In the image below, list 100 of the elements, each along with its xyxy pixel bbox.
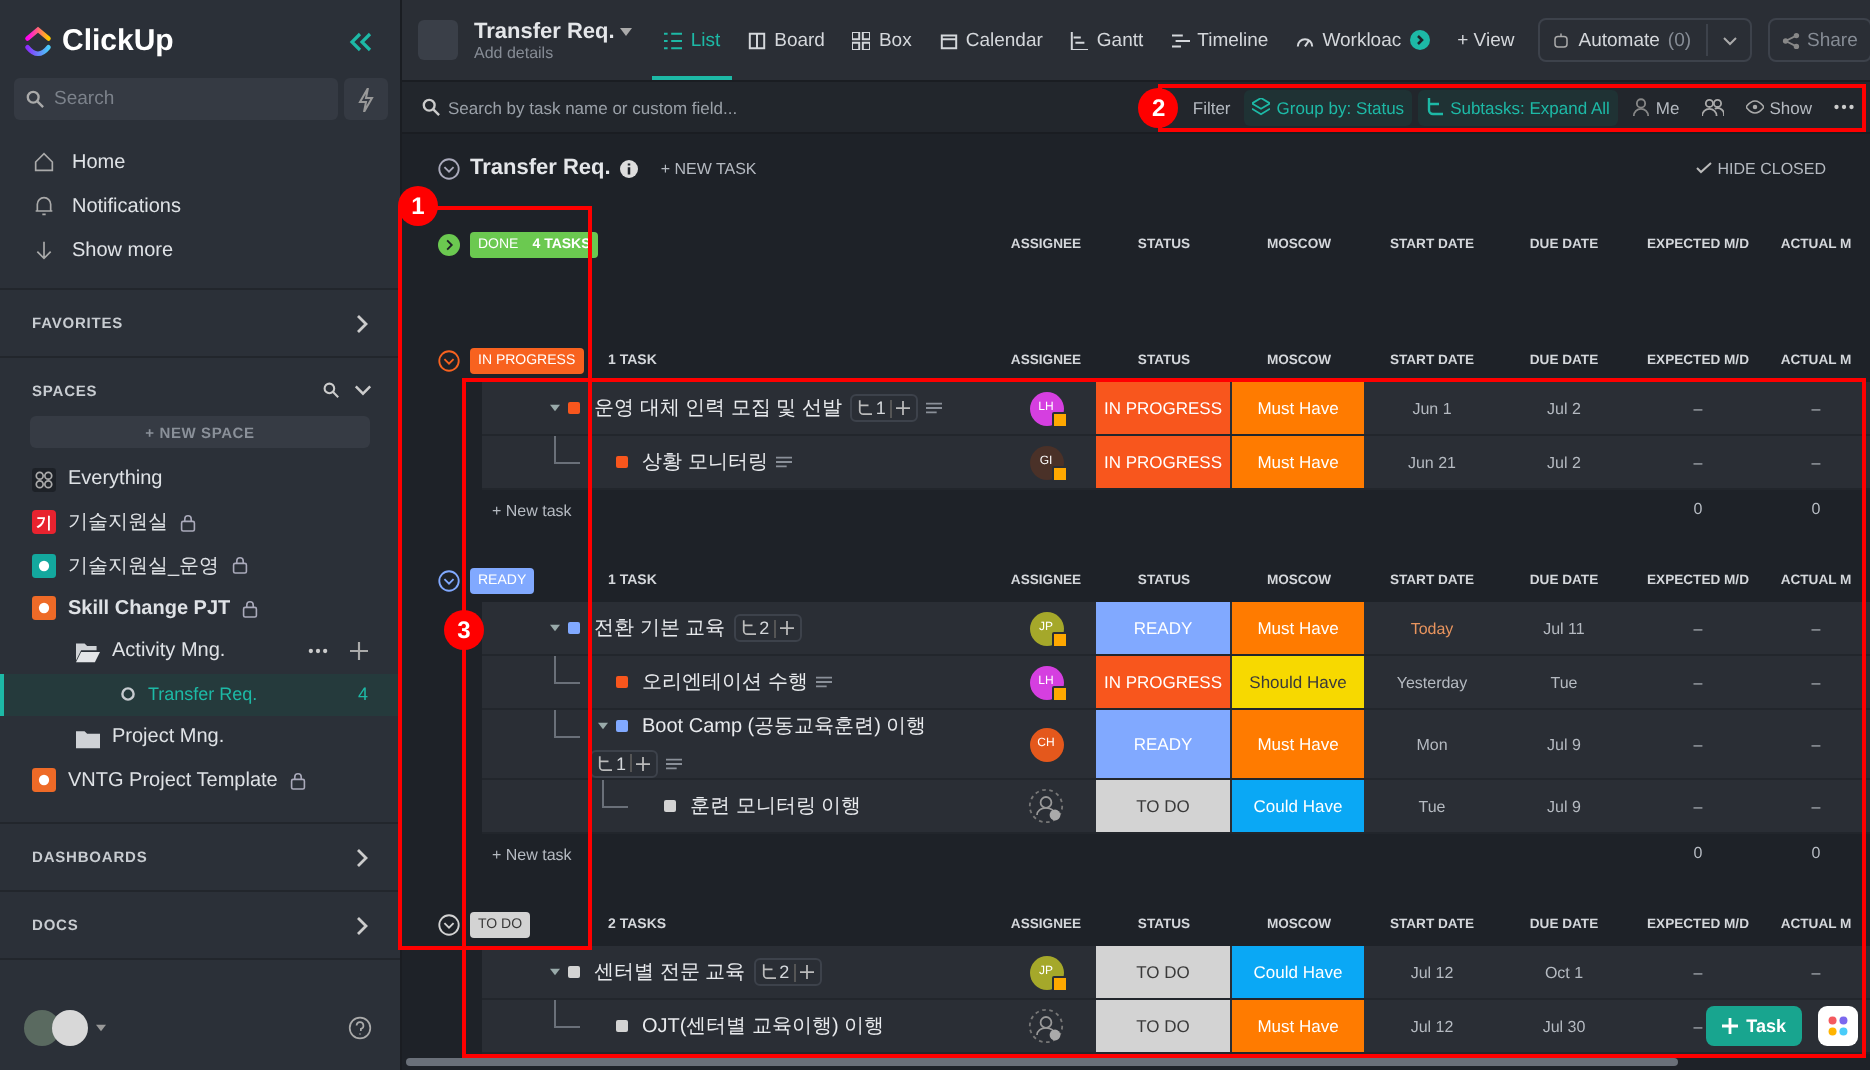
share-button[interactable]: Share	[1767, 18, 1870, 62]
chevron-right-icon[interactable]	[356, 313, 368, 333]
task-name[interactable]: Boot Camp (공동교육훈련) 이행	[642, 711, 927, 739]
nav-item[interactable]: Home	[0, 140, 400, 184]
toolbar-chip[interactable]: Subtasks: Expand All	[1418, 89, 1618, 125]
collapse-icon[interactable]	[438, 349, 460, 371]
more-icon[interactable]	[308, 648, 328, 655]
search-icon[interactable]	[322, 382, 340, 398]
unassigned-user-icon[interactable]	[1028, 1008, 1064, 1044]
status-cell[interactable]: TO DO	[1096, 1000, 1232, 1052]
task-name[interactable]: OJT(센터별 교육이행) 이행	[642, 1012, 885, 1040]
search-field[interactable]: Search	[14, 78, 338, 120]
due-date[interactable]: Oct 1	[1544, 963, 1584, 981]
task-name[interactable]: 상황 모니터링	[642, 448, 768, 476]
due-date[interactable]: Tue	[1550, 673, 1578, 691]
caret-icon[interactable]	[96, 1024, 106, 1032]
task-row[interactable]: 훈련 모니터링 이행 TO DO Could Have Tue Jul 9 – –	[482, 780, 1870, 834]
nav-item[interactable]: Notifications	[0, 184, 400, 228]
expand-icon[interactable]	[438, 233, 460, 255]
moscow-cell[interactable]: Should Have	[1232, 656, 1366, 708]
chevron-down-icon[interactable]	[1721, 35, 1738, 45]
collapse-icon[interactable]	[348, 31, 372, 51]
people-icon[interactable]	[1701, 98, 1724, 116]
view-tab[interactable]: Timeline	[1159, 0, 1281, 80]
space-item[interactable]: Activity Mng.	[0, 630, 400, 673]
chevron-right-icon[interactable]	[356, 915, 368, 935]
view-tab[interactable]: Calendar	[927, 0, 1055, 80]
view-tab[interactable]: Box	[840, 0, 924, 80]
due-date[interactable]: Jul 9	[1547, 735, 1581, 753]
start-date[interactable]: Jun 1	[1412, 399, 1452, 417]
space-item[interactable]: Project Mng.	[0, 716, 400, 759]
due-date[interactable]: Jul 2	[1547, 453, 1581, 471]
task-name[interactable]: 전환 기본 교육	[594, 614, 726, 642]
view-tab[interactable]: Workloac	[1284, 0, 1442, 80]
add-view-button[interactable]: + View	[1445, 0, 1527, 80]
nav-item[interactable]: Show more	[0, 228, 400, 272]
filter-button[interactable]: Filter	[1184, 89, 1239, 125]
caret-icon[interactable]	[550, 968, 560, 976]
space-item[interactable]: VNTG Project Template	[0, 759, 400, 802]
start-date[interactable]: Tue	[1418, 797, 1446, 815]
scrollbar[interactable]	[406, 1058, 1678, 1066]
toolbar-chip[interactable]: Group by: Status	[1244, 89, 1413, 125]
view-tab[interactable]: List	[652, 0, 733, 80]
start-date[interactable]: Jul 12	[1410, 963, 1454, 981]
collapse-icon[interactable]	[438, 913, 460, 935]
collapse-icon[interactable]	[438, 569, 460, 591]
task-search-field[interactable]: Search by task name or custom field...	[418, 89, 768, 125]
help-icon[interactable]	[348, 1016, 372, 1040]
task-name[interactable]: 오리엔테이션 수행	[642, 668, 808, 696]
start-date[interactable]: Jul 12	[1410, 1017, 1454, 1035]
show-button[interactable]: Show	[1737, 89, 1820, 125]
subtask-badge[interactable]: 2	[733, 614, 802, 642]
due-date[interactable]: Jul 9	[1547, 797, 1581, 815]
due-date[interactable]: Jul 2	[1547, 399, 1581, 417]
avatar-placeholder[interactable]	[24, 1010, 60, 1046]
info-icon[interactable]	[620, 159, 639, 177]
start-date[interactable]: Today	[1410, 619, 1454, 637]
bolt-button[interactable]	[344, 78, 388, 120]
hide-closed-button[interactable]: HIDE CLOSED	[1695, 159, 1826, 177]
unassigned-user-icon[interactable]	[1028, 788, 1064, 824]
space-item[interactable]: Skill Change PJT	[0, 587, 400, 630]
task-name[interactable]: 훈련 모니터링 이행	[690, 792, 862, 820]
space-item[interactable]: Transfer Req. 4	[0, 673, 400, 716]
subtask-badge[interactable]: 2	[753, 958, 822, 986]
task-name[interactable]: 센터별 전문 교육	[594, 958, 746, 986]
status-cell[interactable]: TO DO	[1096, 946, 1232, 998]
avatar-placeholder[interactable]	[52, 1010, 88, 1046]
chevron-down-icon[interactable]	[354, 382, 372, 398]
more-icon[interactable]	[1834, 104, 1854, 110]
new-task-button[interactable]: + NEW TASK	[660, 159, 757, 177]
arrow-badge-icon[interactable]	[1409, 30, 1430, 50]
task-name[interactable]: 운영 대체 인력 모집 및 선발	[594, 394, 842, 422]
new-task-link[interactable]: + New task	[482, 846, 572, 864]
caret-icon[interactable]	[620, 27, 633, 35]
me-button[interactable]: Me	[1623, 89, 1688, 125]
subtask-badge[interactable]: 1	[849, 394, 918, 422]
collapse-icon[interactable]	[438, 157, 460, 179]
caret-icon[interactable]	[550, 404, 560, 412]
plus-icon[interactable]	[636, 755, 651, 771]
view-title[interactable]: Transfer Req.	[474, 19, 615, 43]
space-item[interactable]: Everything	[0, 458, 400, 501]
subtask-badge[interactable]: 1	[590, 749, 659, 777]
plus-icon[interactable]	[350, 642, 368, 661]
view-tab[interactable]: Board	[736, 0, 837, 80]
apps-icon[interactable]	[1818, 1006, 1858, 1046]
plus-icon[interactable]	[779, 620, 794, 636]
due-date[interactable]: Jul 30	[1542, 1017, 1586, 1035]
status-cell[interactable]: TO DO	[1096, 780, 1232, 832]
plus-icon[interactable]	[895, 400, 910, 416]
space-item[interactable]: 기 기술지원실	[0, 501, 400, 544]
chevron-right-icon[interactable]	[356, 847, 368, 867]
caret-icon[interactable]	[598, 721, 608, 729]
start-date[interactable]: Yesterday	[1396, 673, 1468, 691]
caret-icon[interactable]	[550, 624, 560, 632]
view-tab[interactable]: Gantt	[1058, 0, 1156, 80]
new-task-link[interactable]: + New task	[482, 502, 572, 520]
due-date[interactable]: Jul 11	[1543, 619, 1585, 637]
plus-icon[interactable]	[799, 964, 814, 980]
space-item[interactable]: 기술지원실_운영	[0, 544, 400, 587]
start-date[interactable]: Mon	[1416, 735, 1448, 753]
